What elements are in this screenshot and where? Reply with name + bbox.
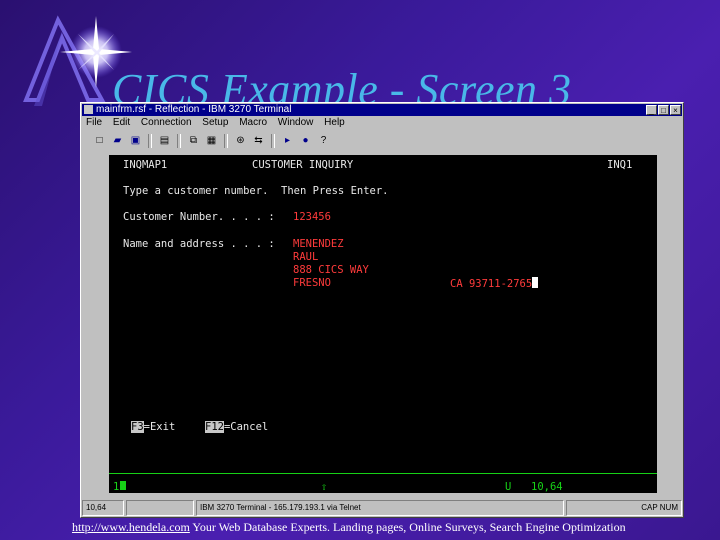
- menu-window[interactable]: Window: [278, 117, 314, 128]
- state-zip-value: CA 93711-2765: [450, 277, 539, 290]
- menu-connection[interactable]: Connection: [141, 117, 192, 128]
- menu-help[interactable]: Help: [324, 117, 345, 128]
- oia-block-icon: [120, 481, 127, 490]
- oia-cursor-position: 10,64: [531, 481, 563, 493]
- toolbar-separator: [148, 134, 152, 148]
- state-zip-text: CA 93711-2765: [450, 278, 533, 290]
- screen-title: CUSTOMER INQUIRY: [252, 159, 354, 171]
- status-session-info: IBM 3270 Terminal - 165.179.193.1 via Te…: [196, 500, 564, 516]
- menu-file[interactable]: File: [86, 117, 102, 128]
- city-value: FRESNO: [293, 277, 331, 289]
- menu-bar: File Edit Connection Setup Macro Window …: [82, 117, 682, 129]
- website-link[interactable]: http://www.hendela.com: [72, 520, 190, 534]
- pf3-key-label: F3: [131, 421, 144, 433]
- pf3-exit-key[interactable]: F3=Exit: [131, 421, 175, 433]
- print-icon[interactable]: ▤: [157, 134, 172, 148]
- copy-icon[interactable]: ⧉: [186, 134, 201, 148]
- play-icon[interactable]: ▸: [280, 134, 295, 148]
- help-icon[interactable]: ?: [316, 134, 331, 148]
- window-title: mainfrm.rsf - Reflection - IBM 3270 Term…: [96, 104, 292, 115]
- footer-tagline: Your Web Database Experts. Landing pages…: [189, 520, 626, 534]
- terminal-screen[interactable]: INQMAP1 CUSTOMER INQUIRY INQ1 Type a cus…: [109, 155, 657, 493]
- customer-number-label: Customer Number. . . . :: [123, 211, 275, 223]
- save-icon[interactable]: ▣: [128, 134, 143, 148]
- close-button[interactable]: ×: [670, 105, 681, 115]
- transfer-icon[interactable]: ⇆: [251, 134, 266, 148]
- oia-lock-icon: ⇧: [321, 481, 328, 493]
- toolbar: □ ▰ ▣ ▤ ⧉ ▦ ⊛ ⇆ ▸ ● ?: [82, 131, 682, 151]
- status-bar: 10,64 IBM 3270 Terminal - 165.179.193.1 …: [82, 500, 682, 516]
- oia-divider: [109, 473, 657, 474]
- paste-icon[interactable]: ▦: [204, 134, 219, 148]
- toolbar-separator: [271, 134, 275, 148]
- trans-id: INQ1: [607, 159, 633, 171]
- pf12-key-label: F12: [205, 421, 224, 433]
- street-value: 888 CICS WAY: [293, 264, 369, 276]
- record-icon[interactable]: ●: [298, 134, 313, 148]
- instruction-text: Type a customer number. Then Press Enter…: [123, 185, 389, 197]
- status-empty-cell: [126, 500, 194, 516]
- menu-setup[interactable]: Setup: [202, 117, 228, 128]
- name-address-label: Name and address . . . :: [123, 238, 275, 250]
- customer-number-field[interactable]: 123456: [293, 211, 331, 223]
- slide-footer: http://www.hendela.com Your Web Database…: [72, 519, 712, 535]
- new-icon[interactable]: □: [92, 134, 107, 148]
- oia-system-indicator: 1: [113, 481, 120, 493]
- maximize-button[interactable]: □: [658, 105, 669, 115]
- text-cursor: [532, 277, 539, 288]
- oia-mode: U: [505, 481, 512, 493]
- map-name: INQMAP1: [123, 159, 168, 171]
- pf3-action-label: =Exit: [143, 421, 176, 433]
- pf12-cancel-key[interactable]: F12=Cancel: [205, 421, 268, 433]
- open-icon[interactable]: ▰: [110, 134, 125, 148]
- first-name-value: RAUL: [293, 251, 319, 263]
- app-icon: [84, 105, 93, 114]
- window-titlebar[interactable]: mainfrm.rsf - Reflection - IBM 3270 Term…: [82, 104, 682, 116]
- oia-indicator: 1: [113, 481, 127, 493]
- last-name-value: MENENDEZ: [293, 238, 344, 250]
- minimize-button[interactable]: _: [646, 105, 657, 115]
- status-indicators: CAP NUM: [566, 500, 682, 516]
- pf12-action-label: =Cancel: [223, 421, 269, 433]
- toolbar-separator: [177, 134, 181, 148]
- menu-edit[interactable]: Edit: [113, 117, 130, 128]
- terminal-window: mainfrm.rsf - Reflection - IBM 3270 Term…: [80, 102, 684, 518]
- status-cursor-position: 10,64: [82, 500, 124, 516]
- toolbar-separator: [224, 134, 228, 148]
- menu-macro[interactable]: Macro: [239, 117, 267, 128]
- connect-icon[interactable]: ⊛: [233, 134, 248, 148]
